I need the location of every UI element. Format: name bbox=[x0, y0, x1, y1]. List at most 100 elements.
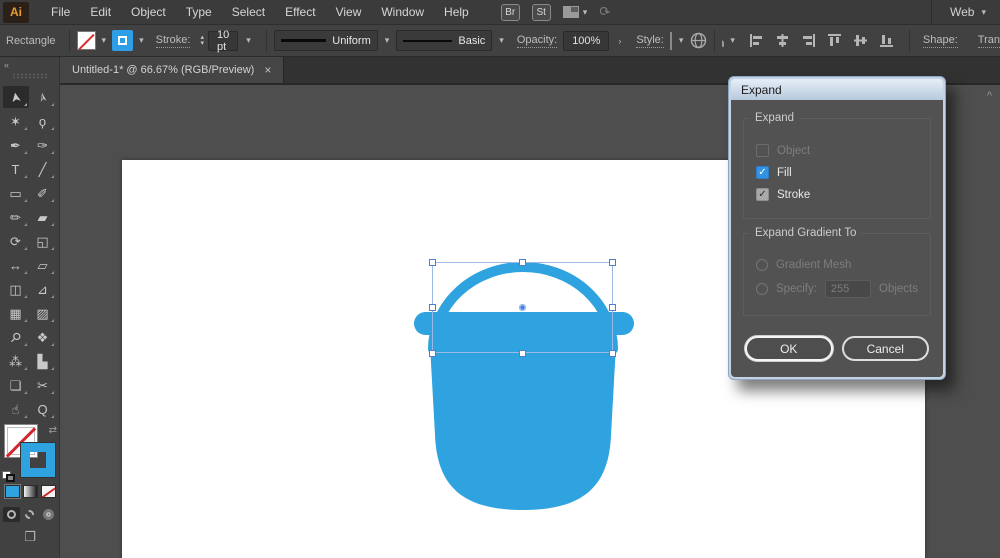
perspective-grid-tool[interactable]: ⊿ bbox=[30, 278, 56, 300]
magic-wand-tool[interactable]: ✶ bbox=[3, 110, 29, 132]
rectangle-tool[interactable]: ▭ bbox=[3, 182, 29, 204]
selection-handle-s[interactable] bbox=[519, 350, 526, 357]
opacity-value[interactable]: 100% bbox=[563, 31, 609, 51]
isolate-selected-icon[interactable] bbox=[722, 34, 724, 47]
selection-handle-ne[interactable] bbox=[609, 259, 616, 266]
width-tool[interactable]: ↔ bbox=[3, 254, 29, 276]
selection-handle-e[interactable] bbox=[609, 304, 616, 311]
object-option-row[interactable]: Object bbox=[756, 144, 918, 157]
stroke-option-row[interactable]: ✓ Stroke bbox=[756, 188, 918, 201]
fill-checkbox[interactable]: ✓ bbox=[756, 166, 769, 179]
align-left-icon[interactable] bbox=[749, 33, 764, 48]
specify-radio[interactable] bbox=[756, 283, 768, 295]
draw-behind-button[interactable] bbox=[21, 507, 38, 522]
stock-button[interactable]: St bbox=[532, 4, 551, 21]
direct-selection-tool[interactable]: ➢ bbox=[30, 86, 56, 108]
fill-color-swatch[interactable] bbox=[77, 31, 96, 50]
specify-row[interactable]: Specify: 255 Objects bbox=[756, 280, 918, 298]
hand-tool[interactable]: ☝ bbox=[3, 398, 29, 420]
rotate-tool[interactable]: ⟳ bbox=[3, 230, 29, 252]
stroke-profile-dropdown[interactable]: Uniform bbox=[274, 30, 378, 51]
draw-normal-button[interactable] bbox=[3, 507, 20, 522]
symbol-sprayer-tool[interactable]: ⁂ bbox=[3, 350, 29, 372]
selection-handle-se[interactable] bbox=[609, 350, 616, 357]
align-top-icon[interactable] bbox=[827, 33, 842, 48]
shape-label[interactable]: Shape: bbox=[923, 34, 958, 48]
dialog-title-bar[interactable]: Expand bbox=[731, 79, 943, 100]
eraser-tool[interactable]: ▰ bbox=[30, 206, 56, 228]
line-segment-tool[interactable]: ╱ bbox=[30, 158, 56, 180]
stroke-checkbox[interactable]: ✓ bbox=[756, 188, 769, 201]
selection-center-point[interactable] bbox=[519, 304, 526, 311]
artboard-tool[interactable]: ❏ bbox=[3, 374, 29, 396]
fill-option-row[interactable]: ✓ Fill bbox=[756, 166, 918, 179]
align-bottom-icon[interactable] bbox=[879, 33, 894, 48]
slice-tool[interactable]: ✂ bbox=[30, 374, 56, 396]
default-fill-stroke-icon[interactable] bbox=[2, 471, 15, 482]
stroke-weight-stepper[interactable]: ▴▾ bbox=[200, 35, 204, 47]
stroke-swatch-blue[interactable] bbox=[21, 443, 55, 477]
selection-handle-w[interactable] bbox=[429, 304, 436, 311]
bridge-button[interactable]: Br bbox=[501, 4, 520, 21]
swap-fill-stroke-icon[interactable]: ⇄ bbox=[49, 425, 57, 436]
screen-mode-button[interactable]: ❐ bbox=[0, 529, 60, 545]
shape-builder-tool[interactable]: ◫ bbox=[3, 278, 29, 300]
pen-tool[interactable]: ✒ bbox=[3, 134, 29, 156]
selection-tool[interactable]: ➤ bbox=[3, 86, 29, 108]
gpu-performance-icon[interactable]: ⟳ bbox=[597, 3, 613, 22]
none-mode-button[interactable] bbox=[41, 485, 56, 498]
zoom-tool[interactable]: Q bbox=[30, 398, 56, 420]
menu-item-type[interactable]: Type bbox=[176, 0, 222, 25]
close-icon[interactable]: × bbox=[264, 63, 271, 77]
blend-tool[interactable]: ❖ bbox=[30, 326, 56, 348]
style-label[interactable]: Style: bbox=[636, 34, 664, 48]
eyedropper-tool[interactable]: ⚲ bbox=[3, 326, 29, 348]
arrange-documents-button[interactable]: ▾ bbox=[563, 6, 588, 18]
cancel-button[interactable]: Cancel bbox=[842, 336, 930, 361]
align-vertical-center-icon[interactable] bbox=[853, 33, 868, 48]
gradient-tool[interactable]: ▨ bbox=[30, 302, 56, 324]
curvature-tool[interactable]: ✑ bbox=[30, 134, 56, 156]
selection-handle-sw[interactable] bbox=[429, 350, 436, 357]
opacity-label[interactable]: Opacity: bbox=[517, 34, 557, 48]
gradient-mode-button[interactable] bbox=[23, 485, 38, 498]
selection-handle-n[interactable] bbox=[519, 259, 526, 266]
brush-definition-dropdown[interactable]: Basic bbox=[396, 30, 492, 51]
workspace-switcher[interactable]: Web ▾ bbox=[931, 0, 1000, 24]
panel-grip[interactable] bbox=[12, 73, 48, 79]
object-checkbox[interactable] bbox=[756, 144, 769, 157]
menu-item-effect[interactable]: Effect bbox=[275, 0, 325, 25]
shaper-tool[interactable]: ✏ bbox=[3, 206, 29, 228]
graphic-style-swatch[interactable] bbox=[670, 32, 672, 50]
draw-inside-button[interactable] bbox=[40, 507, 57, 522]
menu-item-help[interactable]: Help bbox=[434, 0, 479, 25]
document-setup-icon[interactable] bbox=[690, 32, 707, 49]
specify-input[interactable]: 255 bbox=[825, 280, 871, 298]
ok-button[interactable]: OK bbox=[745, 336, 833, 361]
menu-item-object[interactable]: Object bbox=[121, 0, 176, 25]
scrollbar-up-icon[interactable]: ^ bbox=[987, 90, 992, 102]
gradient-mesh-row[interactable]: Gradient Mesh bbox=[756, 259, 918, 271]
menu-item-select[interactable]: Select bbox=[222, 0, 275, 25]
lasso-tool[interactable]: ϙ bbox=[30, 110, 56, 132]
menu-item-edit[interactable]: Edit bbox=[80, 0, 121, 25]
menu-item-view[interactable]: View bbox=[326, 0, 372, 25]
transform-label[interactable]: Trans bbox=[978, 34, 1000, 48]
selection-handle-nw[interactable] bbox=[429, 259, 436, 266]
document-tab[interactable]: Untitled-1* @ 66.67% (RGB/Preview) × bbox=[60, 57, 284, 83]
color-mode-button[interactable] bbox=[5, 485, 20, 498]
align-horizontal-center-icon[interactable] bbox=[775, 33, 790, 48]
gradient-mesh-radio[interactable] bbox=[756, 259, 768, 271]
collapse-panel-icon[interactable]: « bbox=[4, 60, 8, 70]
column-graph-tool[interactable]: ▙ bbox=[30, 350, 56, 372]
mesh-tool[interactable]: ▦ bbox=[3, 302, 29, 324]
paintbrush-tool[interactable]: ✐ bbox=[30, 182, 56, 204]
stroke-weight-value[interactable]: 10 pt bbox=[208, 31, 238, 51]
stroke-weight-label[interactable]: Stroke: bbox=[156, 34, 191, 48]
align-right-icon[interactable] bbox=[801, 33, 816, 48]
menu-item-window[interactable]: Window bbox=[371, 0, 434, 25]
free-transform-tool[interactable]: ▱ bbox=[30, 254, 56, 276]
type-tool[interactable]: T bbox=[3, 158, 29, 180]
stroke-color-swatch[interactable] bbox=[112, 30, 133, 51]
scale-tool[interactable]: ◱ bbox=[30, 230, 56, 252]
